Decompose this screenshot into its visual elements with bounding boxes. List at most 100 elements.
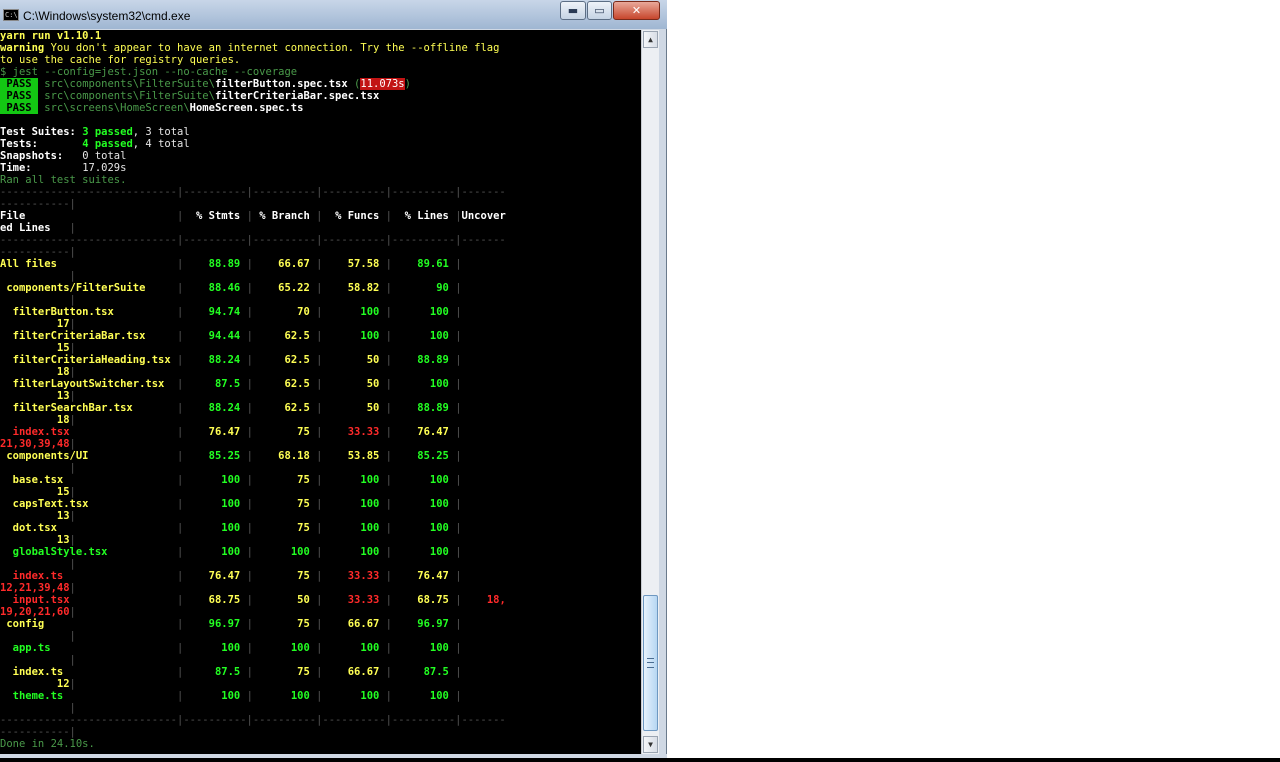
- scroll-thumb[interactable]: [643, 595, 658, 731]
- coverage-cell-uncovered: 18,: [461, 594, 506, 606]
- coverage-cell-uncovered: 12,21,39,48: [0, 582, 70, 594]
- coverage-cell-lines: 68.75: [391, 594, 456, 606]
- coverage-cell-branch: 68.18: [252, 450, 317, 462]
- coverage-cell-lines: 88.89: [391, 354, 456, 366]
- column-header-file: File: [0, 210, 178, 222]
- coverage-cell-stmts: 100: [183, 522, 247, 534]
- summary-tests-total: , 4 total: [132, 138, 190, 150]
- test-dir: src\components\FilterSuite\: [37, 90, 215, 102]
- paren: ): [404, 78, 411, 90]
- pass-badge: PASS: [0, 102, 38, 114]
- coverage-row-file: base.tsx: [0, 474, 178, 486]
- coverage-cell-lines: 90: [391, 282, 456, 294]
- coverage-cell-uncovered: 17: [0, 318, 70, 330]
- coverage-cell-uncovered: [462, 426, 506, 438]
- coverage-cell-branch: 70: [252, 306, 317, 318]
- col-divider: |: [69, 678, 76, 690]
- title-bar[interactable]: C:\ C:\Windows\system32\cmd.exe ▬ ▭ ✕: [0, 0, 667, 29]
- cmd-window: C:\ C:\Windows\system32\cmd.exe ▬ ▭ ✕ ya…: [0, 0, 667, 758]
- coverage-row-file: input.tsx: [0, 594, 178, 606]
- coverage-cell-funcs: 100: [322, 522, 386, 534]
- summary-suites-passed: 3 passed: [82, 126, 133, 138]
- coverage-cell-uncovered: [462, 330, 506, 342]
- table-separator: ----------------------------|----------|…: [0, 234, 506, 246]
- coverage-cell-branch: 62.5: [252, 330, 317, 342]
- col-divider: |: [69, 222, 76, 234]
- grip-icon: [647, 658, 654, 668]
- coverage-cell-funcs: 50: [322, 354, 386, 366]
- cmd-icon: C:\: [3, 9, 19, 21]
- col-divider: |: [69, 342, 76, 354]
- coverage-cell-branch: 75: [252, 570, 317, 582]
- summary-tests-label: Tests:: [0, 138, 38, 150]
- summary-time-label: Time:: [0, 162, 32, 174]
- col-divider: |: [69, 462, 76, 474]
- col-divider: |: [69, 486, 76, 498]
- col-divider: |: [69, 534, 76, 546]
- yarn-version-line: yarn run v1.10.1: [0, 30, 102, 42]
- coverage-cell-uncovered: [462, 282, 506, 294]
- coverage-cell-stmts: 76.47: [183, 570, 247, 582]
- coverage-row-file: index.tsx: [0, 426, 178, 438]
- coverage-cell-funcs: 66.67: [322, 666, 386, 678]
- coverage-cell-lines: 85.25: [391, 450, 456, 462]
- minimize-button[interactable]: ▬: [560, 1, 586, 20]
- coverage-cell-uncovered: [0, 294, 70, 306]
- console-output[interactable]: yarn run v1.10.1 warning You don't appea…: [0, 30, 641, 754]
- coverage-cell-funcs: 100: [322, 690, 386, 702]
- console-text: yarn run v1.10.1 warning You don't appea…: [0, 30, 641, 750]
- pass-badge: PASS: [0, 78, 38, 90]
- coverage-cell-lines: 88.89: [391, 402, 456, 414]
- coverage-cell-stmts: 88.24: [183, 402, 247, 414]
- slow-time-badge: 11.073s: [360, 78, 405, 90]
- coverage-row-file: filterCriteriaHeading.tsx: [0, 354, 178, 366]
- scroll-down-arrow-icon[interactable]: ▼: [643, 736, 658, 753]
- warning-label: warning: [0, 42, 45, 54]
- table-separator: ----------------------------|----------|…: [0, 186, 506, 198]
- coverage-cell-uncovered: 13: [0, 534, 70, 546]
- coverage-cell-lines: 100: [391, 330, 456, 342]
- col-divider: |: [69, 318, 76, 330]
- coverage-cell-funcs: 33.33: [322, 570, 386, 582]
- coverage-cell-uncovered: 21,30,39,48: [0, 438, 70, 450]
- test-file: HomeScreen.spec.ts: [189, 102, 304, 114]
- coverage-cell-branch: 65.22: [252, 282, 317, 294]
- coverage-cell-lines: 100: [391, 306, 456, 318]
- coverage-cell-stmts: 100: [183, 642, 247, 654]
- coverage-cell-funcs: 100: [322, 330, 386, 342]
- close-button[interactable]: ✕: [613, 1, 660, 20]
- paren: (: [347, 78, 361, 90]
- coverage-row-file: dot.tsx: [0, 522, 178, 534]
- desktop-taskbar-edge: [0, 758, 1280, 762]
- coverage-cell-uncovered: [462, 618, 506, 630]
- coverage-cell-stmts: 94.44: [183, 330, 247, 342]
- sp: [38, 138, 82, 150]
- coverage-cell-stmts: 94.74: [183, 306, 247, 318]
- coverage-cell-uncovered: [462, 354, 506, 366]
- coverage-cell-lines: 100: [391, 546, 456, 558]
- ran-all-text: Ran all test suites.: [0, 174, 127, 186]
- maximize-button[interactable]: ▭: [587, 1, 612, 20]
- coverage-cell-uncovered: [462, 570, 506, 582]
- coverage-cell-uncovered: [0, 702, 70, 714]
- summary-suites-total: , 3 total: [132, 126, 190, 138]
- coverage-cell-branch: 62.5: [252, 378, 317, 390]
- coverage-cell-stmts: 88.24: [183, 354, 247, 366]
- coverage-cell-stmts: 88.89: [183, 258, 247, 270]
- coverage-row-file: config: [0, 618, 178, 630]
- coverage-row-file: index.ts: [0, 666, 178, 678]
- coverage-cell-stmts: 87.5: [183, 666, 247, 678]
- summary-tests-passed: 4 passed: [82, 138, 133, 150]
- scroll-up-arrow-icon[interactable]: ▲: [643, 31, 658, 48]
- sp: [32, 162, 83, 174]
- coverage-cell-funcs: 33.33: [322, 594, 386, 606]
- vertical-scrollbar[interactable]: ▲ ▼: [641, 30, 659, 754]
- coverage-cell-stmts: 87.5: [183, 378, 247, 390]
- coverage-cell-lines: 76.47: [391, 570, 456, 582]
- coverage-cell-branch: 75: [252, 426, 317, 438]
- col-divider: |: [69, 414, 76, 426]
- table-separator: -----------|: [0, 726, 76, 738]
- coverage-cell-branch: 75: [252, 522, 317, 534]
- col-divider: |: [69, 654, 76, 666]
- test-file: filterButton.spec.tsx: [214, 78, 348, 90]
